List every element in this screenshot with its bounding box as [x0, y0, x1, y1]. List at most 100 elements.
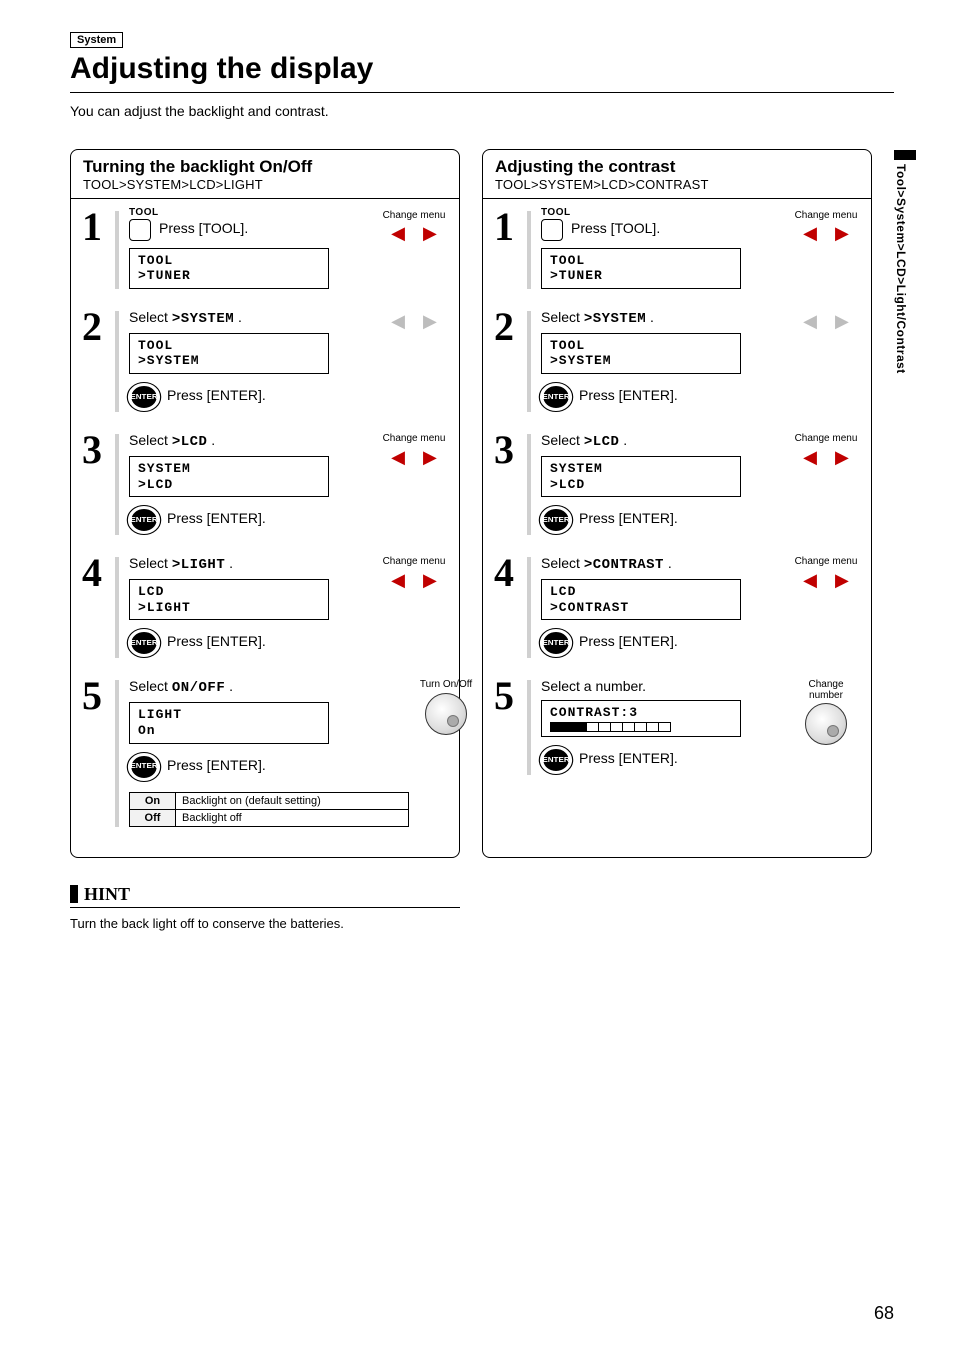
lcd-line-1: TOOL	[138, 338, 320, 354]
enter-row: ENTER Press [ENTER].	[129, 628, 377, 658]
step-number: 3	[491, 430, 517, 535]
enter-button-icon: ENTER	[539, 382, 574, 412]
enter-button-label: ENTER	[131, 509, 156, 531]
step-instruction: Select a number.	[541, 678, 789, 694]
procedure-column: Adjusting the contrastTOOL>SYSTEM>LCD>CO…	[482, 149, 872, 858]
lcd-line-2: >LCD	[138, 477, 320, 493]
lcd-display: TOOL>SYSTEM	[541, 333, 741, 374]
page-title: Adjusting the display	[70, 52, 894, 86]
table-row: OnBacklight on (default setting)	[130, 792, 409, 809]
enter-instruction: Press [ENTER].	[579, 633, 678, 649]
enter-instruction: Press [ENTER].	[579, 387, 678, 403]
step-instruction: Select ON/OFF .	[129, 678, 409, 696]
step-bar-icon	[527, 434, 531, 535]
lcd-display: LCD>LIGHT	[129, 579, 329, 620]
side-tab: Tool>System>LCD>Light/Contrast	[894, 150, 916, 374]
step: 3Select >LCD .SYSTEM>LCDENTERPress [ENTE…	[491, 430, 859, 535]
lcd-display: SYSTEM>LCD	[129, 456, 329, 497]
tool-label: TOOL	[129, 207, 377, 218]
step-body: Select ON/OFF .LIGHTOnENTERPress [ENTER]…	[129, 676, 479, 826]
side-note-text: Turn On/Off	[413, 680, 479, 691]
arrow-right-icon: ▶	[835, 223, 849, 244]
nav-arrows-icon: ◀▶	[793, 447, 859, 468]
step-body: Select >LIGHT . LCD>LIGHT ENTER Press [ENTE…	[129, 553, 447, 658]
options-table: OnBacklight on (default setting)OffBackl…	[129, 792, 409, 827]
step-instruction: Select >CONTRAST .	[541, 555, 789, 573]
lcd-line-2: On	[138, 723, 320, 739]
enter-button-icon: ENTER	[127, 382, 162, 412]
enter-instruction: Press [ENTER].	[579, 750, 678, 766]
column-path: TOOL>SYSTEM>LCD>CONTRAST	[495, 177, 859, 192]
step-bar-icon	[115, 680, 119, 826]
jog-dial-icon	[805, 703, 847, 745]
hint-bar-icon	[70, 885, 78, 903]
enter-button-label: ENTER	[543, 509, 568, 531]
lcd-line-2: >TUNER	[138, 268, 320, 284]
lcd-line-1: TOOL	[550, 253, 732, 269]
enter-instruction: Press [ENTER].	[167, 387, 266, 403]
arrow-right-icon: ▶	[835, 447, 849, 468]
side-note: Change menu◀▶	[381, 557, 447, 591]
step-body: Select >SYSTEM .TOOL>SYSTEMENTERPress [E…	[541, 307, 859, 412]
column-path: TOOL>SYSTEM>LCD>LIGHT	[83, 177, 447, 192]
arrow-left-icon: ◀	[391, 223, 405, 244]
arrow-left-icon: ◀	[391, 311, 405, 332]
arrow-right-icon: ▶	[423, 570, 437, 591]
arrow-right-icon: ▶	[423, 223, 437, 244]
side-note: Change menu◀▶	[793, 557, 859, 591]
lcd-display: LCD>CONTRAST	[541, 579, 741, 620]
side-note: Turn On/Off	[413, 680, 479, 735]
side-tab-mark-icon	[894, 150, 916, 160]
enter-button-label: ENTER	[131, 632, 156, 654]
step-number: 1	[491, 207, 517, 289]
step-number: 3	[79, 430, 105, 535]
enter-row: ENTERPress [ENTER].	[129, 752, 409, 782]
step: 4Select >CONTRAST .LCD>CONTRASTENTERPres…	[491, 553, 859, 658]
menu-item-segment: ON/OFF	[172, 680, 225, 696]
tool-button-icon	[541, 219, 563, 241]
enter-instruction: Press [ENTER].	[167, 633, 266, 649]
side-note: Change menu◀▶	[381, 211, 447, 245]
lcd-line-1: LIGHT	[138, 707, 320, 723]
hint-section: HINT Turn the back light off to conserve…	[70, 884, 894, 931]
step-instruction: Select >LIGHT .	[129, 555, 377, 573]
enter-instruction: Press [ENTER].	[167, 757, 266, 773]
step-instruction: Select >LCD .	[541, 432, 789, 450]
step: 4Select >LIGHT .LCD>LIGHTENTERPress [ENT…	[79, 553, 447, 658]
menu-item-segment: >LIGHT	[172, 557, 225, 573]
step-number: 4	[491, 553, 517, 658]
lcd-line-1: CONTRAST:3	[550, 705, 732, 721]
step-body: TOOLPress [TOOL].TOOL>TUNERChange menu◀▶	[129, 207, 447, 289]
option-key: On	[130, 792, 176, 809]
step-body: Select >LCD .SYSTEM>LCDENTERPress [ENTER…	[129, 430, 447, 535]
step-body: TOOLPress [TOOL].TOOL>TUNERChange menu◀▶	[541, 207, 859, 289]
columns: Turning the backlight On/OffTOOL>SYSTEM>…	[70, 149, 894, 858]
category-badge: System	[70, 32, 123, 48]
side-note-text: Change menu	[381, 434, 447, 445]
menu-item-segment: >LCD	[584, 434, 620, 450]
lcd-display: TOOL>TUNER	[541, 248, 741, 289]
page-number: 68	[874, 1303, 894, 1324]
lcd-line-1: SYSTEM	[550, 461, 732, 477]
lcd-display: LIGHTOn	[129, 702, 329, 743]
arrow-left-icon: ◀	[391, 447, 405, 468]
side-note: ◀▶	[381, 311, 447, 332]
hint-body: Turn the back light off to conserve the …	[70, 916, 894, 931]
enter-row: ENTERPress [ENTER].	[129, 505, 377, 535]
tool-button-icon	[129, 219, 151, 241]
lcd-line-2: >LIGHT	[138, 600, 320, 616]
side-note: Change number	[793, 680, 859, 745]
arrow-left-icon: ◀	[803, 570, 817, 591]
option-key: Off	[130, 809, 176, 826]
option-value: Backlight on (default setting)	[176, 792, 409, 809]
lcd-line-2: >TUNER	[550, 268, 732, 284]
nav-arrows-icon: ◀▶	[793, 311, 859, 332]
step-number: 5	[79, 676, 105, 826]
lcd-line-1: TOOL	[550, 338, 732, 354]
jog-dial-icon	[425, 693, 467, 735]
enter-button-icon: ENTER	[539, 745, 574, 775]
side-note-text: Change menu	[381, 211, 447, 222]
step: 5Select a number.CONTRAST:3ENTERPress [E…	[491, 676, 859, 775]
nav-arrows-icon: ◀▶	[381, 223, 447, 244]
enter-row: ENTER Press [ENTER].	[129, 382, 377, 412]
